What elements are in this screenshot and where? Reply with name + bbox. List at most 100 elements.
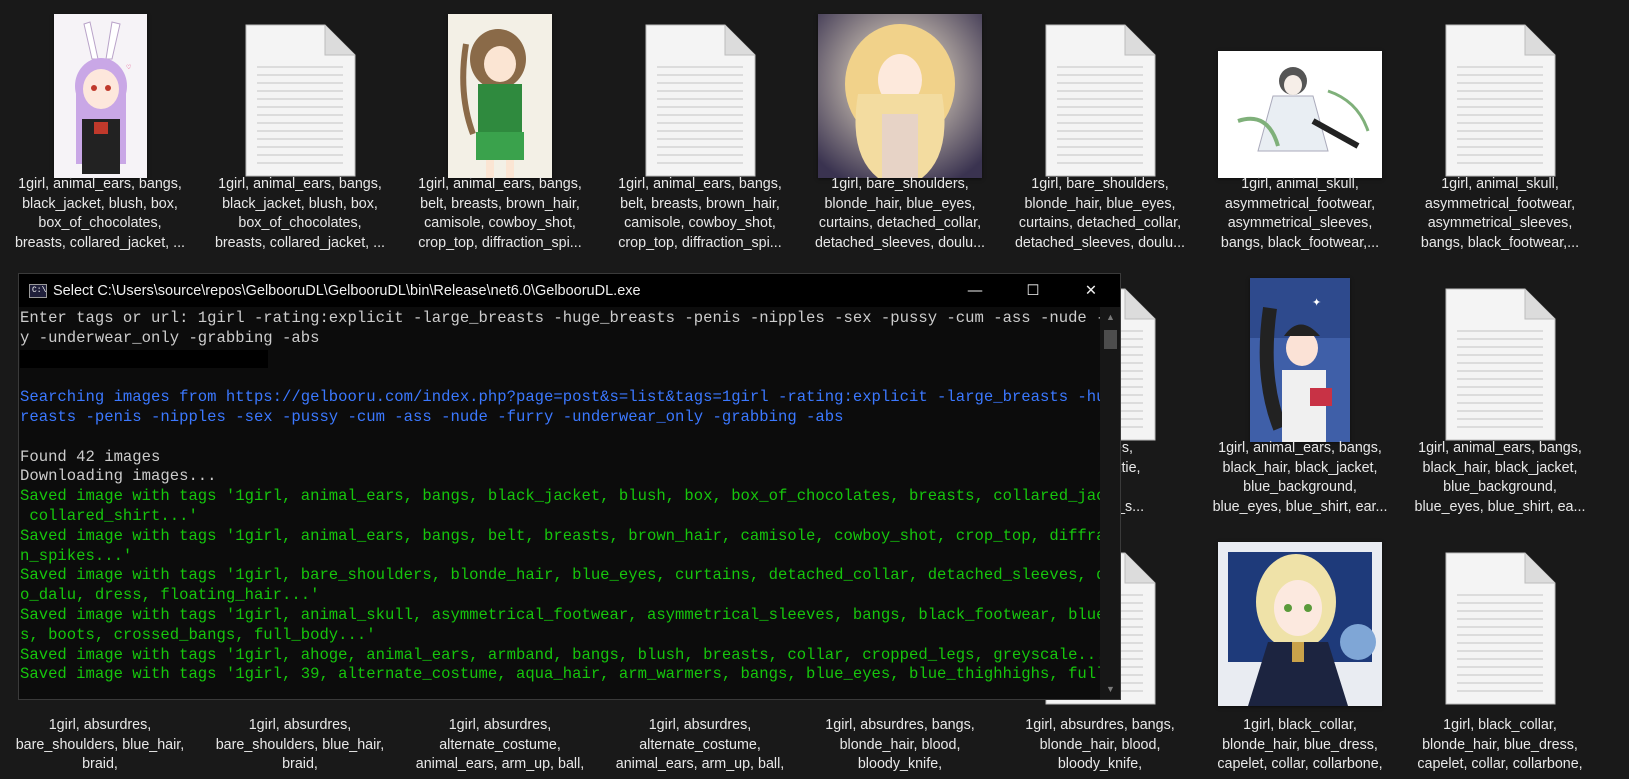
caption-line: blonde_hair, blue_dress,: [1222, 736, 1378, 753]
caption-line: camisole, cowboy_shot,: [624, 215, 776, 231]
caption-line: detached_sleeves, doulu...: [1014, 234, 1186, 251]
thumbnail-blonde-navy-image: [1218, 542, 1382, 706]
file-caption: 1girl, absurdres, alternate_costume, ani…: [600, 716, 800, 775]
caption-line: bare_shoulders, blue_hair,: [15, 736, 185, 753]
caption-line: detached_sleeves, doulu...: [814, 234, 986, 251]
caption-line: alternate_costume,: [439, 736, 561, 753]
caption-line: 1girl, animal_ears, bangs,: [418, 176, 582, 192]
console-line: collared_shirt...': [20, 506, 198, 525]
svg-text:♡: ♡: [126, 64, 131, 71]
console-line: Saved image with tags '1girl, animal_sku…: [20, 605, 1100, 624]
caption-line: braid,: [282, 756, 318, 772]
caption-line: 1girl, absurdres,: [448, 717, 552, 733]
caption-line: blonde_hair, blue_dress,: [1422, 736, 1578, 753]
caption-line: box_of_chocolates,: [38, 215, 162, 231]
file-caption: 1girl, black_collar, blonde_hair, blue_d…: [1200, 716, 1400, 775]
svg-text:✦: ✦: [1312, 297, 1321, 309]
caption-line: braid,: [82, 756, 118, 772]
console-lines: Enter tags or url: 1girl -rating:explici…: [19, 307, 1100, 685]
text-file-icon: [1445, 24, 1555, 177]
redacted-block: [20, 349, 268, 368]
caption-line: animal_ears, arm_up, ball,: [615, 756, 785, 772]
caption-line: belt, breasts, brown_hair,: [620, 195, 780, 212]
caption-line: capelet, collar, collarbone,: [1417, 756, 1583, 772]
caption-line: asymmetrical_footwear,: [1424, 195, 1576, 212]
maximize-button[interactable]: ☐: [1004, 274, 1062, 307]
console-app-icon: C:\: [29, 283, 47, 298]
console-titlebar[interactable]: C:\ Select C:\Users\source\repos\Gelboor…: [19, 274, 1120, 307]
caption-line: alternate_costume,: [639, 736, 761, 753]
scroll-thumb[interactable]: [1104, 330, 1117, 349]
console-window[interactable]: C:\ Select C:\Users\source\repos\Gelboor…: [18, 273, 1121, 700]
caption-line: asymmetrical_sleeves,: [1227, 215, 1373, 231]
text-file-icon: [1445, 288, 1555, 441]
close-icon: ✕: [1084, 282, 1098, 299]
caption-line: blonde_hair, blood,: [839, 736, 961, 753]
file-caption: 1girl, animal_skull, asymmetrical_footwe…: [1200, 175, 1400, 253]
caption-line: camisole, cowboy_shot,: [424, 215, 576, 231]
caption-line: bangs, black_footwear,...: [1220, 234, 1380, 251]
scroll-up-arrow-icon[interactable]: ▲: [1104, 311, 1117, 323]
caption-line: 1girl, absurdres,: [248, 717, 352, 733]
caption-line: 1girl, animal_ears, bangs,: [1418, 440, 1582, 456]
console-line: Enter tags or url: 1girl -rating:explici…: [20, 309, 1100, 327]
caption-line: curtains, detached_collar,: [818, 215, 982, 231]
caption-line: 1girl, animal_ears, bangs,: [1218, 440, 1382, 456]
scroll-down-arrow-icon[interactable]: ▼: [1104, 683, 1117, 695]
minimize-button[interactable]: —: [946, 274, 1004, 307]
caption-line: crop_top, diffraction_spi...: [618, 234, 782, 251]
caption-line: breasts, collared_jacket, ...: [214, 234, 386, 251]
caption-line: breasts, collared_jacket, ...: [14, 234, 186, 251]
file-caption: 1girl, black_collar, blonde_hair, blue_d…: [1400, 716, 1600, 775]
thumbnail-blonde-fantasy-image: [818, 14, 982, 178]
text-file-icon: [245, 24, 355, 177]
caption-line: asymmetrical_footwear,: [1224, 195, 1376, 212]
caption-line: bare_shoulders, blue_hair,: [215, 736, 385, 753]
caption-line: 1girl, animal_ears, bangs,: [618, 176, 782, 192]
console-line: Found 42 images: [20, 447, 161, 466]
file-caption: 1girl, absurdres, bare_shoulders, blue_h…: [200, 716, 400, 775]
file-caption: 1girl, animal_ears, bangs, black_hair, b…: [1200, 439, 1400, 517]
console-line: y -underwear_only -grabbing -abs: [20, 328, 320, 347]
close-button[interactable]: ✕: [1062, 274, 1120, 307]
file-caption: 1girl, absurdres, bangs, blonde_hair, bl…: [800, 716, 1000, 775]
caption-line: asymmetrical_sleeves,: [1427, 215, 1573, 231]
file-caption: 1girl, absurdres, alternate_costume, ani…: [400, 716, 600, 775]
caption-line: blonde_hair, blue_eyes,: [1024, 195, 1176, 212]
console-line: n_spikes...': [20, 546, 133, 565]
caption-line: 1girl, absurdres,: [48, 717, 152, 733]
caption-line: bloody_knife,: [857, 756, 943, 772]
caption-line: blonde_hair, blood,: [1039, 736, 1161, 753]
caption-line: bangs, black_footwear,...: [1420, 234, 1580, 251]
console-line: Searching images from https://gelbooru.c…: [20, 388, 1100, 407]
thumbnail-skull-girl-image: [1218, 51, 1382, 178]
console-title: Select C:\Users\source\repos\GelbooruDL\…: [53, 282, 641, 299]
file-caption: 1girl, animal_skull, asymmetrical_footwe…: [1400, 175, 1600, 253]
caption-line: 1girl, absurdres, bangs,: [825, 717, 975, 733]
console-line: Saved image with tags '1girl, ahoge, ani…: [20, 645, 1100, 664]
console-scrollbar[interactable]: ▲ ▼: [1100, 307, 1120, 699]
console-line: Saved image with tags '1girl, 39, altern…: [20, 665, 1100, 684]
console-line: Saved image with tags '1girl, bare_shoul…: [20, 566, 1100, 585]
caption-line: bloody_knife,: [1057, 756, 1143, 772]
caption-line: black_jacket, blush, box,: [222, 195, 378, 212]
caption-line: 1girl, animal_ears, bangs,: [18, 176, 182, 192]
caption-line: 1girl, black_collar,: [1243, 717, 1357, 733]
caption-line: black_jacket, blush, box,: [22, 195, 178, 212]
caption-line: 1girl, animal_skull,: [1441, 176, 1559, 192]
console-output[interactable]: Enter tags or url: 1girl -rating:explici…: [19, 307, 1100, 699]
thumbnail-bunny-girl-image: ♡: [53, 14, 147, 178]
caption-line: black_hair, black_jacket,: [1422, 459, 1578, 476]
caption-line: 1girl, bare_shoulders,: [831, 176, 969, 192]
caption-line: blonde_hair, blue_eyes,: [824, 195, 976, 212]
text-file-icon: [645, 24, 755, 177]
caption-line: blue_background,: [1243, 479, 1357, 495]
caption-line: 1girl, black_collar,: [1443, 717, 1557, 733]
caption-line: crop_top, diffraction_spi...: [418, 234, 582, 251]
minimize-icon: —: [967, 282, 983, 299]
console-line: o_dalu, dress, floating_hair...': [20, 586, 320, 605]
caption-line: 1girl, absurdres, bangs,: [1025, 717, 1175, 733]
file-caption: 1girl, absurdres, bare_shoulders, blue_h…: [0, 716, 200, 775]
file-caption: 1girl, animal_ears, bangs, belt, breasts…: [400, 175, 600, 253]
